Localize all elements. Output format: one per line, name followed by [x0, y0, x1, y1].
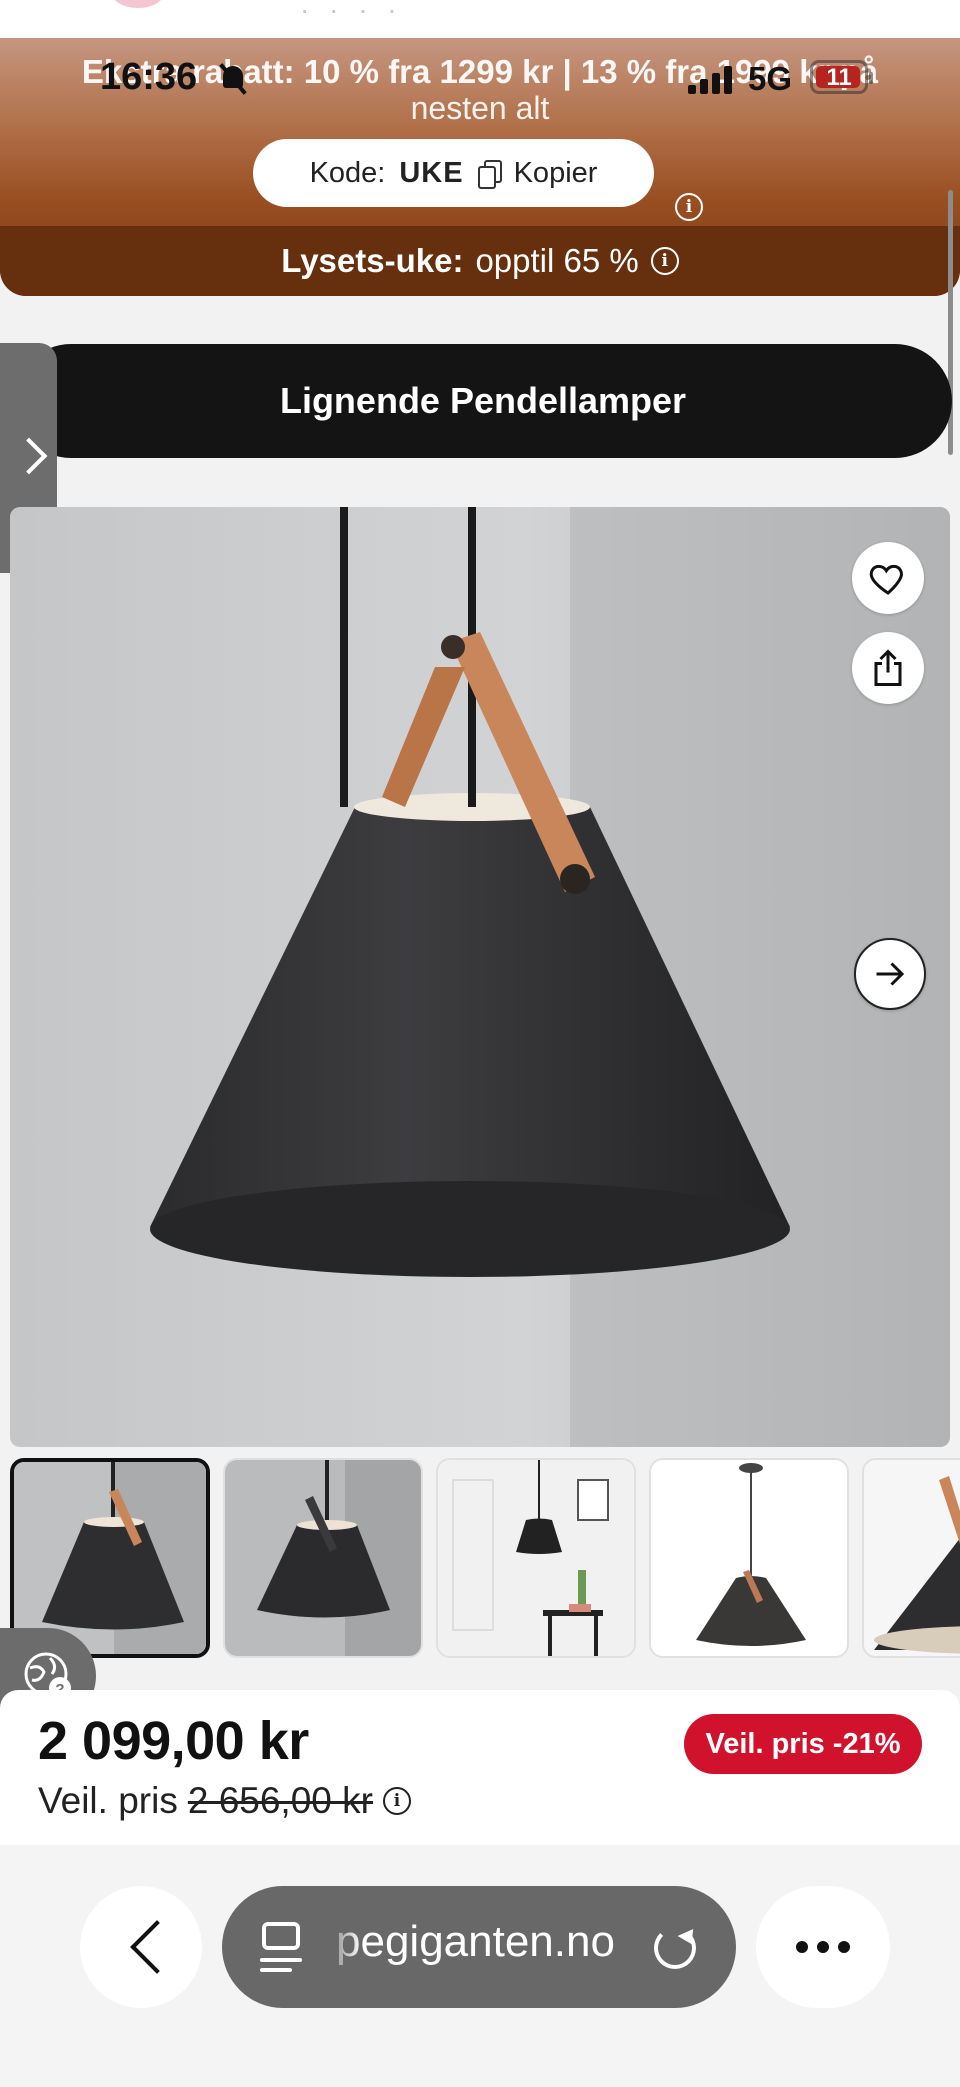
lysets-uke-band[interactable]: Lysets-uke: opptil 65 % i: [0, 226, 960, 296]
arrow-right-icon: [876, 962, 905, 986]
network-type: 5G: [748, 60, 793, 97]
header-ghost-text: · · · ·: [300, 0, 403, 25]
thumb-lamp-image: [225, 1460, 421, 1656]
copy-icon[interactable]: [477, 160, 502, 189]
rrp-label: Veil. pris: [38, 1780, 178, 1821]
copy-label[interactable]: Kopier: [514, 157, 598, 190]
battery-icon: 11: [810, 60, 873, 94]
discount-badge: Veil. pris -21%: [684, 1714, 922, 1774]
more-button[interactable]: [756, 1886, 890, 2008]
price-card: 2 099,00 kr Veil. pris 2 656,00 kr i Vei…: [0, 1690, 960, 1845]
chevron-right-icon: [16, 435, 40, 479]
signal-icon: [688, 66, 734, 94]
similar-pendant-lamps-button[interactable]: Lignende Pendellamper: [14, 344, 952, 458]
pendant-lamp-illustration: [10, 507, 950, 1447]
url-fade: [322, 1886, 362, 2008]
thumb-lamp-white-image: [651, 1460, 847, 1656]
status-bar: 16:36 5G 11: [0, 50, 960, 110]
reload-icon[interactable]: [654, 1927, 696, 1969]
product-main-image[interactable]: [10, 507, 950, 1447]
share-button[interactable]: [852, 632, 924, 704]
week-title: Lysets-uke:: [281, 242, 464, 279]
status-time: 16:36: [100, 56, 198, 98]
rrp-value: 2 656,00 kr: [187, 1780, 373, 1821]
thumbnail-3[interactable]: [436, 1458, 636, 1658]
browser-toolbar: pegiganten.no: [0, 1845, 960, 2087]
week-text: opptil 65 %: [475, 242, 639, 279]
url-text: pegiganten.no: [336, 1917, 615, 1966]
tabs-icon[interactable]: [258, 1920, 308, 1974]
battery-level: 11: [826, 64, 852, 91]
info-icon[interactable]: i: [650, 247, 679, 275]
bell-muted-icon: [218, 62, 248, 96]
thumb-lamp-closeup-image: [864, 1460, 960, 1656]
info-icon[interactable]: i: [382, 1787, 411, 1815]
mobile-screen: · · · · Ekstra rabatt: 10 % fra 1299 kr …: [0, 0, 960, 2087]
info-icon[interactable]: i: [675, 193, 703, 221]
thumbnail-2[interactable]: [223, 1458, 423, 1658]
product-price: 2 099,00 kr: [38, 1711, 309, 1771]
more-icon-dot: [796, 1941, 808, 1953]
thumb-room-image: [438, 1460, 634, 1656]
chevron-left-icon: [128, 1926, 168, 1966]
share-icon: [874, 649, 902, 686]
site-logo[interactable]: [112, 0, 164, 8]
code-label: Kode:: [309, 156, 386, 189]
thumbnail-strip: [10, 1458, 960, 1660]
site-header-strip: · · · ·: [0, 0, 960, 40]
favorite-button[interactable]: [852, 542, 924, 614]
heart-icon: [869, 564, 903, 595]
more-icon-dot: [817, 1941, 829, 1953]
next-image-button[interactable]: [854, 938, 926, 1010]
back-button[interactable]: [80, 1886, 202, 2008]
thumbnail-4[interactable]: [649, 1458, 849, 1658]
more-icon-dot: [838, 1941, 850, 1953]
recommended-price: Veil. pris 2 656,00 kr i: [38, 1780, 411, 1822]
code-value: UKE: [399, 156, 464, 189]
thumbnail-5[interactable]: [862, 1458, 960, 1658]
promo-code-pill[interactable]: Kode: UKE Kopier: [253, 139, 654, 207]
address-bar[interactable]: pegiganten.no: [222, 1886, 736, 2008]
